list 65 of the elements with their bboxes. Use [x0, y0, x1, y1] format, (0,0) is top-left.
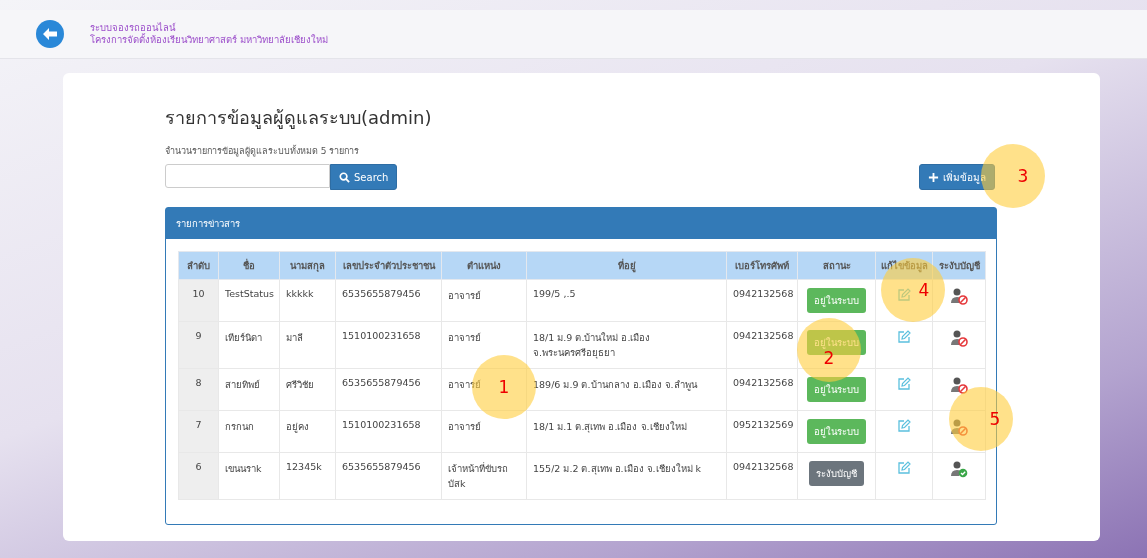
table-cell: อาจารย์ [441, 279, 527, 322]
table-cell: kkkkk [279, 279, 336, 322]
user-block-icon[interactable] [950, 288, 968, 305]
search-icon [339, 171, 350, 183]
table-cell: เทียร์นิดา [218, 321, 280, 369]
column-header: ลำดับ [178, 251, 219, 280]
status-button[interactable]: อยู่ในระบบ [807, 288, 866, 313]
table-cell: 0942132568 [726, 321, 798, 369]
table-cell: 0942132568 [726, 279, 798, 322]
table-cell: 6 [178, 452, 219, 500]
edit-icon[interactable] [897, 419, 911, 433]
table-cell: 6535655879456 [335, 279, 442, 322]
table-cell: 0952132569 [726, 410, 798, 453]
project-name: โครงการจัดตั้งห้องเรียนวิทยาศาสตร์ มหาวิทยาลัยเชียงใหม่ [90, 34, 329, 46]
table-cell: 18/1 ม.1 ต.สุเทพ อ.เมือง จ.เชียงใหม่ [526, 410, 727, 453]
system-name: ระบบจองรถออนไลน์ [90, 22, 177, 33]
record-count-text: จำนวนรายการข้อมูลผู้ดูแลระบบทั้งหมด 5 รายการ [165, 144, 361, 158]
table-cell: TestStatus [218, 279, 280, 322]
table-cell: อาจารย์ [441, 321, 527, 369]
column-header: ชื่อ [218, 251, 280, 280]
table-cell: 18/1 ม.9 ต.บ้านใหม่ อ.เมือง จ.พระนครศรีอยุธยา [526, 321, 727, 369]
edit-icon[interactable] [897, 330, 911, 344]
table-cell: 1510100231658 [335, 410, 442, 453]
column-header: ระงับบัญชี [932, 251, 986, 280]
plus-icon [928, 171, 939, 183]
table-cell: 0942132568 [726, 368, 798, 411]
table-cell: อาจารย์ [441, 410, 527, 453]
search-button[interactable]: Search [330, 164, 398, 190]
table-cell: 8 [178, 368, 219, 411]
column-header: ตำแหน่ง [441, 251, 527, 280]
edit-icon[interactable] [897, 288, 911, 302]
column-header: ที่อยู่ [526, 251, 727, 280]
table-cell: 10 [178, 279, 219, 322]
table-cell: มาลี [279, 321, 336, 369]
status-button[interactable]: อยู่ในระบบ [807, 377, 866, 402]
table-cell: ศรีวิชัย [279, 368, 336, 411]
table-cell: 7 [178, 410, 219, 453]
column-header: เลขประจำตัวประชาชน [335, 251, 442, 280]
table-cell: 9 [178, 321, 219, 369]
table-cell: อยู่คง [279, 410, 336, 453]
table-cell: 6535655879456 [335, 368, 442, 411]
edit-icon[interactable] [897, 377, 911, 391]
callout-marker: 5 [949, 387, 1013, 451]
column-header: สถานะ [797, 251, 876, 280]
table-cell: 1510100231658 [335, 321, 442, 369]
search-field[interactable] [165, 164, 330, 188]
column-header: นามสกุล [279, 251, 336, 280]
table-cell: 155/2 ม.2 ต.สุเทพ อ.เมือง จ.เชียงใหม่ k [526, 452, 727, 500]
user-block-icon[interactable] [950, 330, 968, 347]
status-button[interactable]: อยู่ในระบบ [807, 419, 866, 444]
table-cell: กรกนก [218, 410, 280, 453]
table-cell: เจ้าหน้าที่ขับรถบัสk [441, 452, 527, 500]
edit-icon[interactable] [897, 461, 911, 475]
panel-header: รายการข่าวสาร [166, 208, 996, 239]
user-check-icon[interactable] [950, 461, 968, 478]
status-button[interactable]: ระงับบัญชี [809, 461, 864, 486]
table-cell: 0942132568 [726, 452, 798, 500]
table-cell: สายทิพย์ [218, 368, 280, 411]
column-header: เบอร์โทรศัพท์ [726, 251, 798, 280]
page-title: รายการข้อมูลผู้ดูแลระบบ(admin) [165, 106, 433, 131]
table-cell: 12345k [279, 452, 336, 500]
table-cell: เขนนราk [218, 452, 280, 500]
table-cell: 6535655879456 [335, 452, 442, 500]
table-cell: 199/5 ,.5 [526, 279, 727, 322]
user-block-icon[interactable] [950, 377, 968, 394]
